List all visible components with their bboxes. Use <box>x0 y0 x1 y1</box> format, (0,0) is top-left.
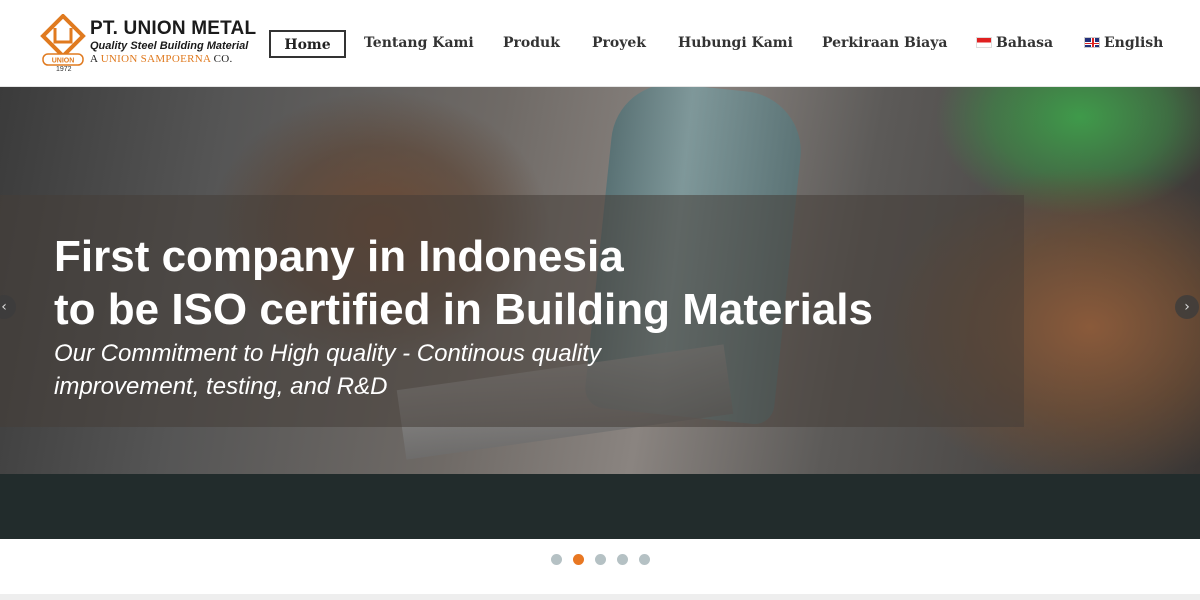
founded-year: 1972 <box>56 66 72 73</box>
hero-subtitle-line-1: Our Commitment to High quality - Contino… <box>54 340 601 367</box>
carousel-dot[interactable] <box>550 554 562 565</box>
lang-id-label: Bahasa <box>996 35 1054 51</box>
hero-subtitle-line-2: improvement, testing, and R&D <box>54 373 388 400</box>
lang-en-label: English <box>1104 35 1164 51</box>
company-parent: A UNION SAMPOERNA CO. <box>90 53 233 65</box>
parent-suffix: CO. <box>210 53 233 65</box>
carousel-dot[interactable] <box>572 554 584 565</box>
hero-title: First company in Indonesia to be ISO cer… <box>54 230 873 336</box>
union-logo-icon: UNION <box>40 14 86 66</box>
hero-bottom-band <box>0 474 1200 539</box>
parent-prefix: A <box>90 53 101 65</box>
nav-home[interactable]: Home <box>269 30 346 58</box>
nav-products[interactable]: Produk <box>503 30 560 58</box>
nav-estimate[interactable]: Perkiraan Biaya <box>822 30 947 58</box>
hero-title-line-2: to be ISO certified in Building Material… <box>54 285 874 334</box>
uk-flag-icon <box>1084 37 1100 48</box>
nav-lang-indonesian[interactable]: Bahasa <box>976 30 1053 58</box>
parent-brand: UNION SAMPOERNA <box>100 53 211 65</box>
carousel-indicators <box>0 554 1200 566</box>
nav-contact[interactable]: Hubungi Kami <box>678 30 793 58</box>
company-name: PT. UNION METAL <box>90 18 257 39</box>
site-header: UNION PT. UNION METAL Quality Steel Buil… <box>0 0 1200 87</box>
company-logo[interactable]: UNION PT. UNION METAL Quality Steel Buil… <box>40 14 260 74</box>
indonesia-flag-icon <box>976 37 992 48</box>
nav-about[interactable]: Tentang Kami <box>364 30 474 58</box>
hero-slider: First company in Indonesia to be ISO cer… <box>0 87 1200 474</box>
logo-badge-text: UNION <box>52 58 75 65</box>
hero-title-line-1: First company in Indonesia <box>54 232 624 281</box>
carousel-dot[interactable] <box>594 554 606 565</box>
nav-projects[interactable]: Proyek <box>592 30 646 58</box>
section-divider <box>0 594 1200 600</box>
company-tagline: Quality Steel Building Material <box>90 40 249 52</box>
chevron-right-icon[interactable]: › <box>1175 295 1199 319</box>
nav-lang-english[interactable]: English <box>1084 30 1163 58</box>
carousel-dot[interactable] <box>616 554 628 565</box>
hero-subtitle: Our Commitment to High quality - Contino… <box>54 337 601 403</box>
carousel-dot[interactable] <box>638 554 650 565</box>
